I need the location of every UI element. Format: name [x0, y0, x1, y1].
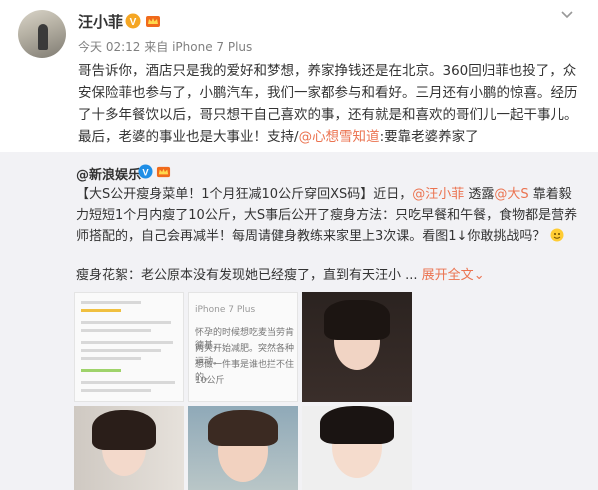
source-prefix: 来自	[144, 40, 169, 54]
retweet-excerpt: 瘦身花絮：老公原本没有发现她已经瘦了，直到有天汪小 ... 展开全文⌄	[76, 268, 485, 283]
verified-icon: V	[138, 164, 153, 179]
image-thumbnail-3[interactable]	[302, 292, 412, 402]
verified-icon: V	[125, 13, 141, 29]
mention-link[interactable]: @汪小菲	[412, 187, 464, 202]
post-meta: 今天 02:12 来自 iPhone 7 Plus	[78, 38, 252, 55]
image-thumbnail-1[interactable]	[74, 292, 184, 402]
image-thumbnail-2[interactable]: iPhone 7 Plus 怀孕的时候想吃麦当劳肯德基， 两天开始减肥。突然各种…	[188, 292, 298, 402]
user-name[interactable]: 汪小菲	[78, 11, 123, 32]
image-thumbnail-5[interactable]	[188, 406, 298, 490]
svg-text:V: V	[142, 167, 149, 177]
retweet-text: 【大S公开瘦身菜单！1个月狂减10公斤穿回XS码】近日，@汪小菲 透露@大S 靠…	[76, 187, 578, 244]
vip-crown-icon	[146, 16, 160, 27]
avatar[interactable]	[18, 10, 66, 58]
expand-link[interactable]: 展开全文⌄	[422, 268, 485, 283]
post-text: 哥告诉你，酒店只是我的爱好和梦想，养家挣钱还是在北京。360回归菲也投了，众安保…	[78, 63, 578, 145]
mention-link[interactable]: @大S	[494, 187, 528, 202]
post-source[interactable]: iPhone 7 Plus	[172, 40, 252, 54]
image-thumbnail-6[interactable]	[302, 406, 412, 490]
image-thumbnail-4[interactable]	[74, 406, 184, 490]
chevron-down-icon[interactable]	[560, 8, 574, 22]
retweet-author[interactable]: @新浪娱乐	[76, 164, 141, 183]
vip-crown-icon	[156, 166, 171, 178]
emoji-icon	[550, 228, 564, 242]
svg-text:V: V	[130, 17, 137, 28]
post-time[interactable]: 今天 02:12	[78, 40, 140, 54]
mention-link[interactable]: @心想雪知道	[299, 129, 380, 145]
